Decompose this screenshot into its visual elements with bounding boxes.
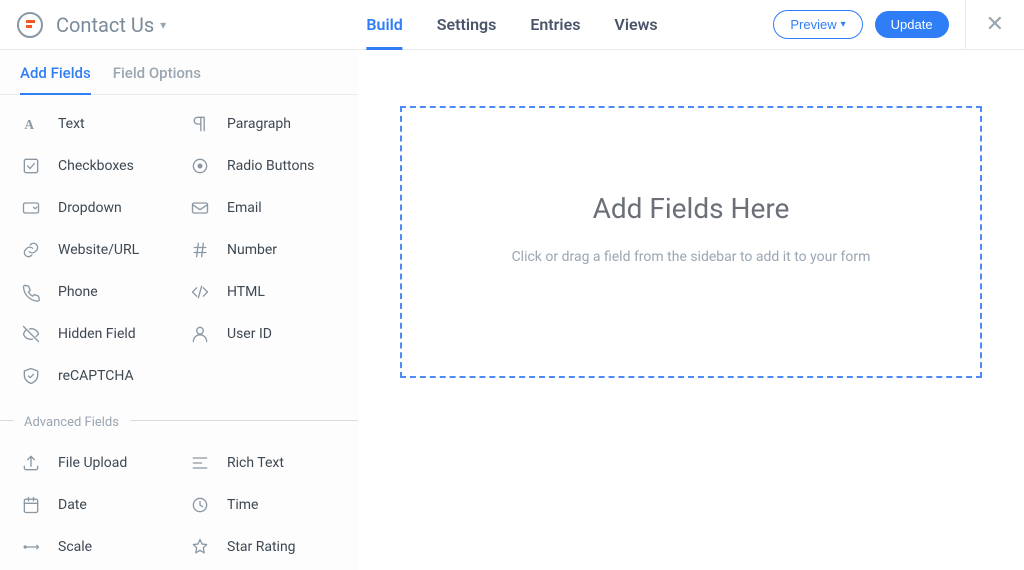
field-item-text[interactable]: A Text [10,103,179,145]
field-item-phone[interactable]: Phone [10,271,179,313]
tab-build[interactable]: Build [366,0,402,49]
field-label: Rich Text [227,455,284,471]
field-item-email[interactable]: Email [179,187,348,229]
field-item-file-upload[interactable]: File Upload [10,442,179,484]
sidebar-tab-field-options[interactable]: Field Options [113,64,201,94]
field-label: Website/URL [58,242,139,258]
code-icon [189,281,211,303]
upload-icon [20,452,42,474]
basic-fields-grid: A Text Paragraph Checkboxes Radio Buttons Dro… [0,95,358,405]
field-item-html[interactable]: HTML [179,271,348,313]
dropdown-icon [20,197,42,219]
sidebar-tab-add-fields[interactable]: Add Fields [20,64,91,94]
field-label: Radio Buttons [227,158,314,174]
fields-panel: A Text Paragraph Checkboxes Radio Buttons Dro… [0,95,358,570]
advanced-fields-header: Advanced Fields [0,405,358,434]
close-button[interactable]: ✕ [965,0,1008,50]
form-title-dropdown[interactable]: Contact Us ▾ [56,13,166,37]
main-tabs: Build Settings Entries Views [366,0,657,49]
field-label: Email [227,200,262,216]
field-item-number[interactable]: Number [179,229,348,271]
sidebar-tabs: Add Fields Field Options [0,50,358,95]
field-label: Scale [58,539,92,555]
hidden-icon [20,323,42,345]
app-logo [16,11,44,39]
close-icon: ✕ [974,12,1004,37]
sidebar: Add Fields Field Options A Text Paragraph C… [0,50,358,570]
tab-settings[interactable]: Settings [437,0,497,49]
field-item-dropdown[interactable]: Dropdown [10,187,179,229]
checkbox-icon [20,155,42,177]
body: Add Fields Field Options A Text Paragraph C… [0,50,1024,570]
field-item-time[interactable]: Time [179,484,348,526]
dropzone-title: Add Fields Here [593,192,790,225]
field-label: Date [58,497,87,513]
app-header: Contact Us ▾ Build Settings Entries View… [0,0,1024,50]
text-icon: A [20,113,42,135]
tab-views[interactable]: Views [614,0,657,49]
field-label: Paragraph [227,116,291,132]
field-label: File Upload [58,455,127,471]
paragraph-icon [189,113,211,135]
date-icon [20,494,42,516]
field-item-recaptcha[interactable]: reCAPTCHA [10,355,179,397]
update-label: Update [891,17,933,32]
field-item-checkboxes[interactable]: Checkboxes [10,145,179,187]
field-label: Number [227,242,277,258]
email-icon [189,197,211,219]
richtext-icon [189,452,211,474]
chevron-down-icon: ▾ [841,19,846,30]
tab-entries[interactable]: Entries [530,0,580,49]
field-label: Hidden Field [58,326,136,342]
link-icon [20,239,42,261]
field-label: reCAPTCHA [58,368,134,384]
shield-icon [20,365,42,387]
user-icon [189,323,211,345]
form-canvas: Add Fields Here Click or drag a field fr… [358,50,1024,570]
field-label: Phone [58,284,98,300]
field-item-date[interactable]: Date [10,484,179,526]
update-button[interactable]: Update [875,11,949,38]
scale-icon [20,536,42,558]
svg-text:A: A [24,117,34,132]
field-item-scale[interactable]: Scale [10,526,179,568]
field-item-user-id[interactable]: User ID [179,313,348,355]
form-title-text: Contact Us [56,13,154,37]
preview-label: Preview [790,17,836,32]
form-dropzone[interactable]: Add Fields Here Click or drag a field fr… [400,106,982,378]
field-label: Checkboxes [58,158,134,174]
header-actions: Preview ▾ Update ✕ [773,0,1008,50]
phone-icon [20,281,42,303]
advanced-fields-grid: File Upload Rich Text Date Time Scale Star Ra… [0,434,358,570]
dropzone-subtitle: Click or drag a field from the sidebar t… [512,249,871,265]
field-item-hidden-field[interactable]: Hidden Field [10,313,179,355]
field-item-star-rating[interactable]: Star Rating [179,526,348,568]
field-item-radio-buttons[interactable]: Radio Buttons [179,145,348,187]
field-label: Text [58,116,85,132]
hash-icon [189,239,211,261]
time-icon [189,494,211,516]
field-label: Dropdown [58,200,122,216]
field-label: User ID [227,326,272,342]
field-label: Time [227,497,258,513]
field-label: HTML [227,284,265,300]
radio-icon [189,155,211,177]
field-label: Star Rating [227,539,296,555]
preview-button[interactable]: Preview ▾ [773,10,862,39]
field-item-paragraph[interactable]: Paragraph [179,103,348,145]
field-item-rich-text[interactable]: Rich Text [179,442,348,484]
field-item-website-url[interactable]: Website/URL [10,229,179,271]
chevron-down-icon: ▾ [160,18,166,32]
star-icon [189,536,211,558]
